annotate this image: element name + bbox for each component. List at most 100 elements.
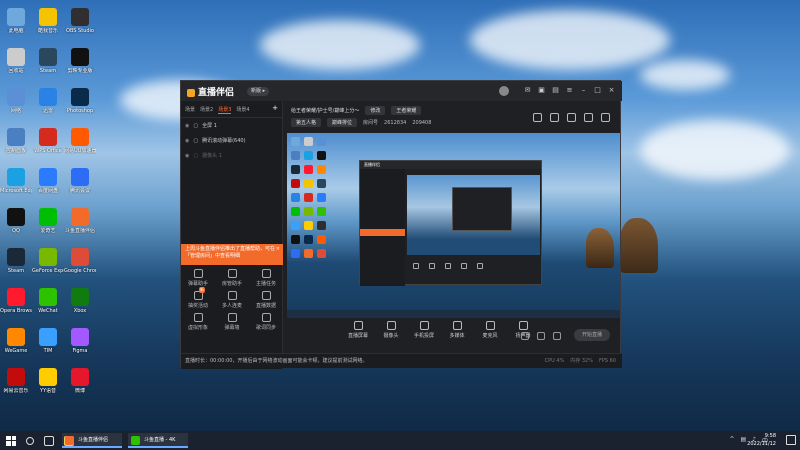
promo-close-button[interactable]: × — [276, 246, 280, 253]
scene-tab[interactable]: 场景 — [185, 106, 195, 114]
scene-source-item[interactable]: ◉ ▢ 全屏 1 — [181, 118, 282, 133]
scene-source-item[interactable]: ◉ ▢ 腾讯滚动弹幕(640) — [181, 133, 282, 148]
taskbar-app-stream[interactable]: 斗鱼直播 - 4K — [128, 433, 188, 448]
start-live-button[interactable]: 开始直播 — [574, 329, 610, 341]
scene-tab[interactable]: 场景3 — [218, 106, 232, 114]
lock-icon[interactable]: ▢ — [193, 153, 198, 159]
taskbar-app-live-assistant[interactable]: 斗鱼直播伴侣 — [62, 433, 122, 448]
close-icon[interactable]: × — [607, 86, 616, 95]
desktop-icon[interactable]: 微博 — [64, 368, 96, 394]
desktop-icon[interactable]: WeGame — [0, 328, 32, 354]
minimize-icon[interactable]: – — [579, 86, 588, 95]
search-icon[interactable] — [26, 436, 34, 445]
desktop-icon[interactable]: 此电脑 — [0, 8, 32, 34]
preview-taskbar — [287, 310, 620, 318]
scene-source-item[interactable]: ◉ ▢ 摄像头 1 — [181, 148, 282, 163]
tool-button[interactable]: 抽奖活动 新 — [181, 287, 215, 309]
desktop-icon[interactable]: 斗鱼直播伴侣 — [64, 208, 96, 234]
add-scene-button[interactable]: + — [272, 105, 278, 114]
desktop-icon[interactable]: 网络 — [0, 88, 32, 114]
tool-button[interactable]: 虚拟形象 — [181, 313, 215, 331]
desktop-icon[interactable]: Xbox — [64, 288, 96, 314]
tool-button[interactable]: 主播任务 — [249, 269, 283, 287]
eye-icon[interactable]: ◉ — [185, 123, 189, 129]
desktop-icon[interactable]: 百度网盘 — [32, 168, 64, 194]
skin-icon[interactable]: ▤ — [551, 86, 560, 95]
desktop-icon[interactable]: OBS Studio — [64, 8, 96, 34]
tool-button[interactable]: 弹幕助手 — [181, 269, 215, 287]
notification-center-icon[interactable] — [786, 435, 796, 445]
desktop-icon[interactable]: 网易云音乐 — [0, 368, 32, 394]
desktop-icon[interactable]: Photoshop — [64, 88, 96, 114]
windows-start-icon[interactable] — [6, 435, 16, 446]
tool-button[interactable]: 直播数据 — [249, 291, 283, 309]
desktop-icon[interactable]: Opera Browser — [0, 288, 32, 314]
clock[interactable]: 9:58 2022/11/12 — [747, 432, 776, 448]
tool-button[interactable]: 房管助手 — [215, 269, 249, 287]
preview-wps-icon — [304, 193, 313, 202]
menu-icon[interactable]: ≡ — [565, 86, 574, 95]
desktop-icon[interactable]: 剪映专业版 — [64, 48, 96, 74]
task-view-icon[interactable] — [44, 435, 54, 446]
scene-tab[interactable]: 场景4 — [236, 106, 249, 114]
status-bar: 直播时长：00:00:00，开播后由于网络波动画面可能会卡顿，建议提前测试网络。… — [181, 353, 622, 368]
source-button[interactable]: 手机投屏 — [413, 321, 435, 339]
edit-title-button[interactable]: 修改 — [365, 106, 386, 115]
maximize-icon[interactable]: □ — [593, 86, 602, 95]
lock-icon[interactable]: ▢ — [193, 123, 198, 129]
desktop-icon-label: TIM — [43, 348, 53, 354]
lock-icon[interactable] — [550, 113, 559, 122]
desktop-icon[interactable]: Steam — [32, 48, 64, 74]
source-button[interactable]: 摄像头 — [380, 321, 402, 339]
desktop-icon[interactable]: Figma — [64, 328, 96, 354]
desktop-icon[interactable]: QQ — [0, 208, 32, 234]
tool-button[interactable]: 多人连麦 — [215, 291, 249, 309]
desktop-icon[interactable]: Steam — [0, 248, 32, 274]
record-icon[interactable] — [521, 332, 529, 340]
notification-icon[interactable] — [533, 113, 542, 122]
scene-tab[interactable]: 场景2 — [200, 106, 213, 114]
desktop-icon[interactable]: 爱奇艺 — [32, 208, 64, 234]
room-tag[interactable]: 巅峰排位 — [327, 118, 358, 127]
version-badge[interactable]: 新版 ▸ — [247, 87, 270, 96]
tool-button[interactable]: 歌词同步 — [249, 313, 283, 331]
eye-icon[interactable]: ◉ — [185, 138, 189, 144]
promo-banner[interactable]: 上周斗鱼直播伴侣推出了直播帮助，可在「管理房间」中查看明细 × — [181, 244, 283, 265]
bell-icon[interactable] — [584, 113, 593, 122]
desktop-icon[interactable]: YY语音 — [32, 368, 64, 394]
source-button[interactable]: 直播屏幕 — [347, 321, 369, 339]
preview-toggle-icon[interactable] — [537, 332, 545, 340]
source-button[interactable]: 多媒体 — [446, 321, 468, 339]
desktop-icon[interactable]: GeForce Experience — [32, 248, 64, 274]
desktop-icon[interactable]: 迅雷 — [32, 88, 64, 114]
share-icon[interactable] — [567, 113, 576, 122]
desktop-icon[interactable]: 酷我音乐 — [32, 8, 64, 34]
avatar[interactable] — [499, 86, 509, 96]
desktop-icon[interactable]: 回收站 — [0, 48, 32, 74]
desktop-icon[interactable]: WPS Office — [32, 128, 64, 154]
desktop-icon[interactable]: Google Chrome — [64, 248, 96, 274]
desktop-icon[interactable]: 网易UU加速器 — [64, 128, 96, 154]
room-tag[interactable]: 第五人格 — [291, 118, 322, 127]
chevron-up-icon[interactable]: ^ — [729, 436, 734, 445]
desktop-icon[interactable]: 腾讯会议 — [64, 168, 96, 194]
desktop-icon[interactable]: Microsoft Edge — [0, 168, 32, 194]
desktop-icon[interactable]: TIM — [32, 328, 64, 354]
category-selector[interactable]: 王者荣耀 — [391, 106, 422, 115]
gift-icon[interactable]: ▣ — [537, 86, 546, 95]
desktop-icon[interactable]: 控制面板 — [0, 128, 32, 154]
settings-icon[interactable] — [601, 113, 610, 122]
network-icon[interactable]: ▤ — [740, 436, 746, 445]
lock-icon[interactable]: ▢ — [193, 138, 198, 144]
tool-label: 主播任务 — [255, 281, 276, 287]
source-button[interactable]: 麦克风 — [479, 321, 501, 339]
preview-tencent-meeting-icon — [291, 249, 300, 258]
message-icon[interactable]: ✉ — [523, 86, 532, 95]
stream-preview[interactable]: 直播伴侣 — [287, 133, 620, 318]
settings-icon[interactable] — [553, 332, 561, 340]
tool-icon — [261, 269, 271, 278]
screen-icon — [353, 321, 363, 330]
desktop-icon[interactable]: WeChat — [32, 288, 64, 314]
eye-icon[interactable]: ◉ — [185, 153, 189, 159]
tool-button[interactable]: 弹幕墙 — [215, 313, 249, 331]
